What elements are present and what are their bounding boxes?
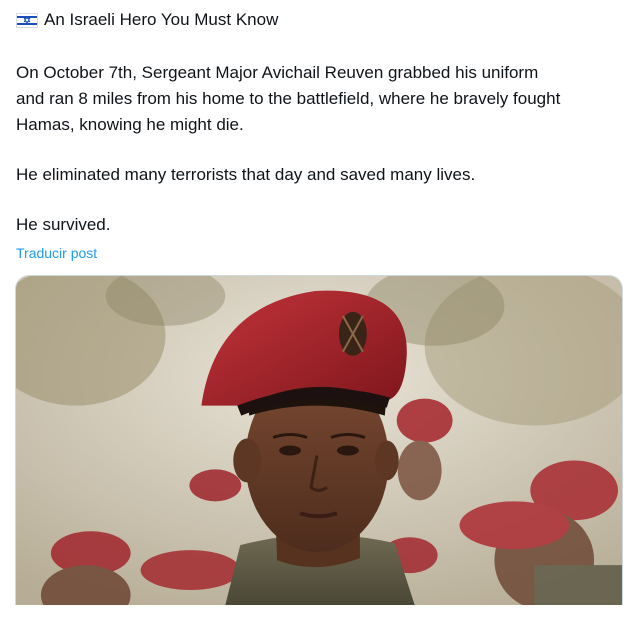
post-title-line: An Israeli Hero You Must Know bbox=[16, 8, 624, 32]
post-image[interactable] bbox=[15, 275, 623, 605]
beret-badge-icon bbox=[338, 311, 367, 356]
post-paragraph: He survived. bbox=[16, 215, 111, 234]
israel-flag-icon bbox=[16, 12, 38, 28]
post-paragraph: On October 7th, Sergeant Major Avichail … bbox=[16, 63, 561, 134]
translate-post-link[interactable]: Traducir post bbox=[16, 243, 97, 263]
soldier-photo-illustration bbox=[16, 276, 622, 605]
post-title: An Israeli Hero You Must Know bbox=[44, 10, 279, 29]
post-paragraph: He eliminated many terrorists that day a… bbox=[16, 165, 476, 184]
post-body: An Israeli Hero You Must Know On October… bbox=[16, 8, 624, 263]
